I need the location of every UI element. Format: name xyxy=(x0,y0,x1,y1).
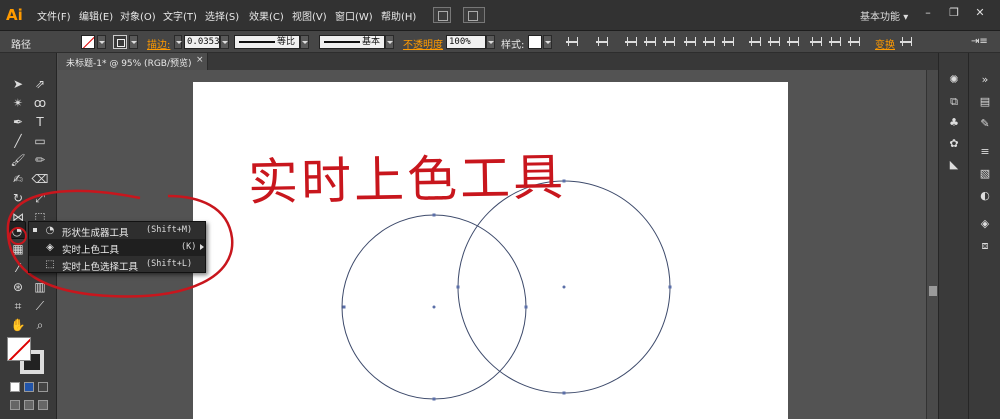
live-paint-bucket-icon: ◈ xyxy=(46,242,54,253)
flyout-item-shortcut: (Shift+L) xyxy=(146,259,193,269)
current-tool-bullet xyxy=(33,228,37,232)
handwritten-annotation: 实时上色工具 xyxy=(247,148,567,212)
flyout-item-label: 形状生成器工具 xyxy=(62,228,129,239)
chevron-right-icon xyxy=(200,244,204,250)
flyout-item-shortcut: (K) xyxy=(181,242,197,252)
flyout-item-live-paint-selection[interactable]: ⬚ 实时上色选择工具 (Shift+L) xyxy=(29,256,205,273)
flyout-item-shortcut: (Shift+M) xyxy=(146,225,193,235)
shape-builder-icon: ◔ xyxy=(45,225,55,236)
live-paint-selection-icon: ⬚ xyxy=(45,259,55,270)
flyout-item-shape-builder[interactable]: ◔ 形状生成器工具 (Shift+M) xyxy=(29,222,205,239)
flyout-item-label: 实时上色工具 xyxy=(62,245,120,256)
illustrator-window: Ai 文件(F) 编辑(E) 对象(O) 文字(T) 选择(S) 效果(C) 视… xyxy=(0,0,1000,419)
anchor-points xyxy=(342,179,672,401)
tool-flyout-menu: ◔ 形状生成器工具 (Shift+M) ◈ 实时上色工具 (K) ⬚ 实时上色选… xyxy=(28,221,206,273)
flyout-item-live-paint-bucket[interactable]: ◈ 实时上色工具 (K) xyxy=(29,239,205,256)
annotation-tool-circle xyxy=(9,227,27,245)
flyout-item-label: 实时上色选择工具 xyxy=(62,262,139,273)
